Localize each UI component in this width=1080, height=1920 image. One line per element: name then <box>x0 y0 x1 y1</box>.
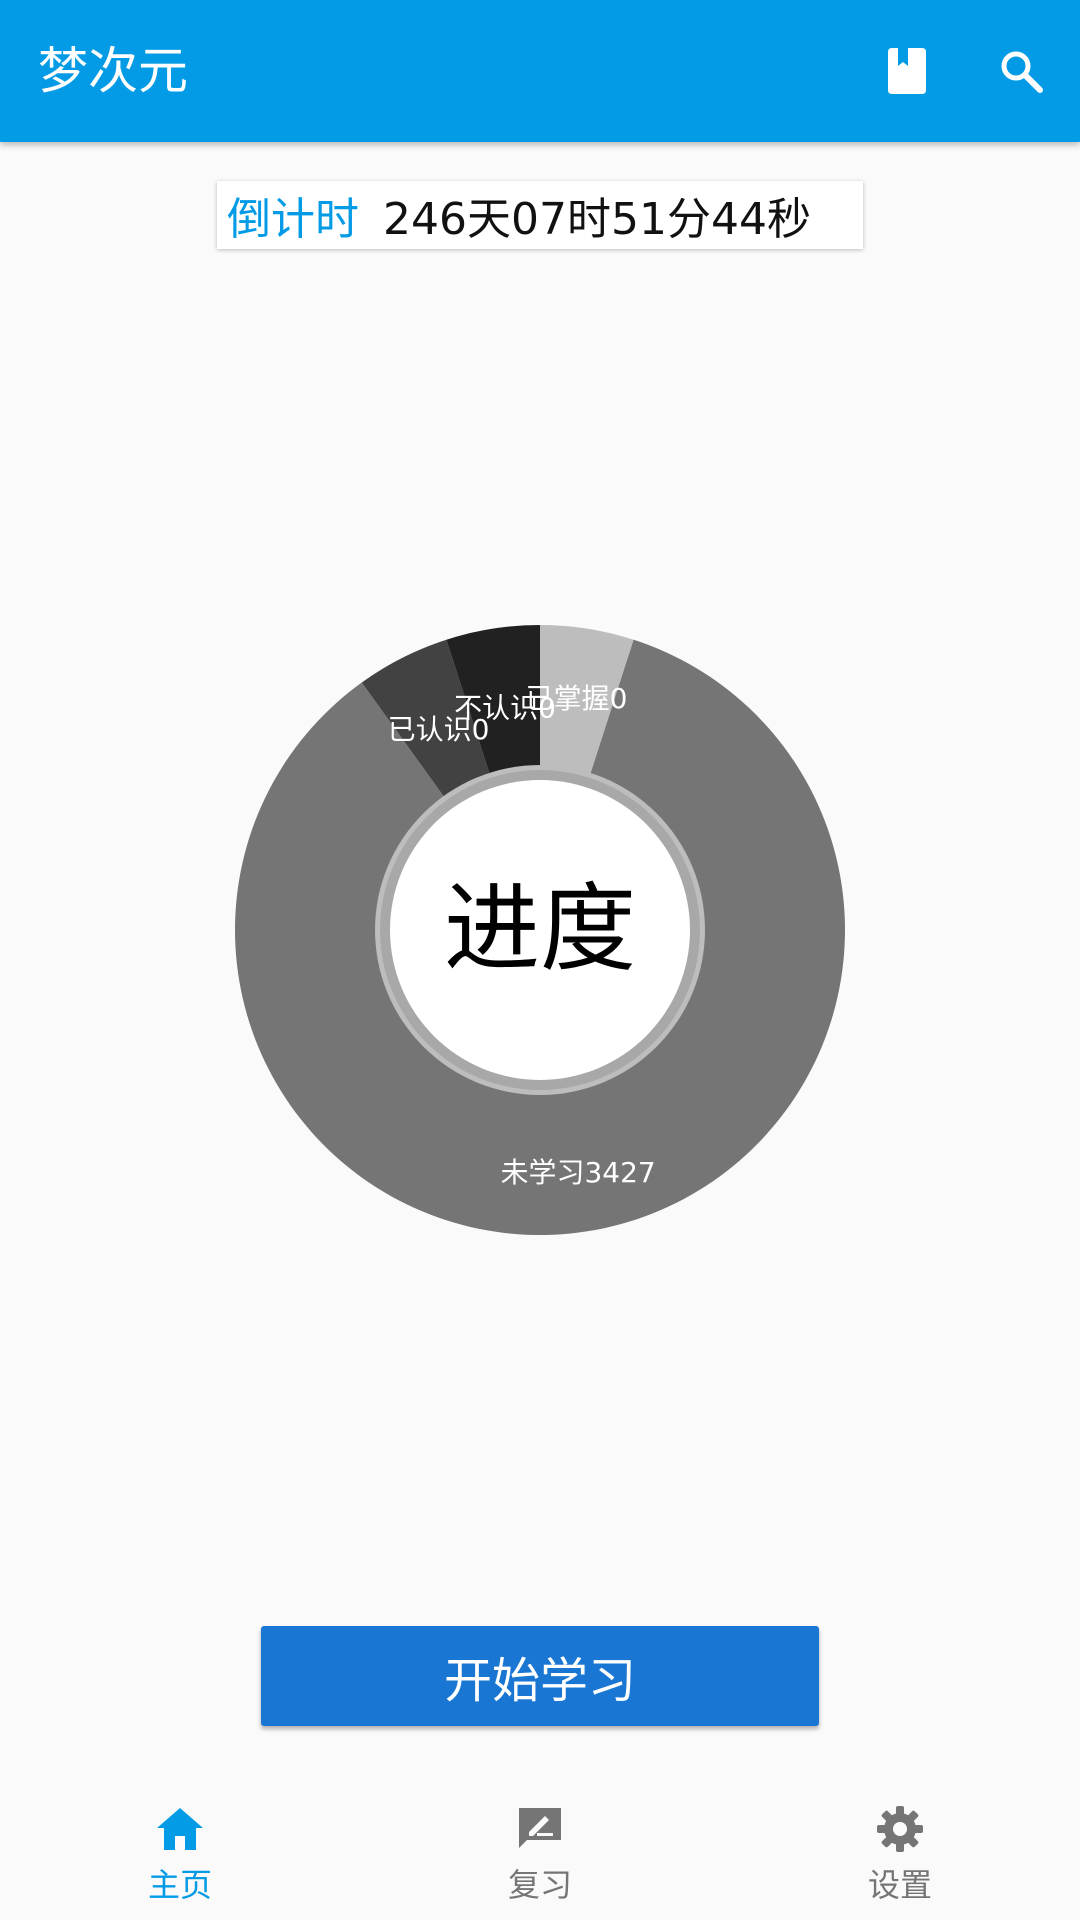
app-title: 梦次元 <box>38 42 188 100</box>
nav-label-home: 主页 <box>147 1866 212 1904</box>
nav-label-review: 复习 <box>507 1866 572 1904</box>
start-learning-button[interactable]: 开始学习 <box>261 1626 819 1726</box>
search-icon <box>1001 51 1043 93</box>
nav-label-settings: 设置 <box>867 1866 932 1904</box>
app-bar: 梦次元 <box>0 0 1080 142</box>
settings-icon <box>873 1802 927 1856</box>
bottom-nav: 主页 复习 设置 <box>0 1780 1080 1920</box>
nav-item-home[interactable]: 主页 <box>80 1780 280 1920</box>
search-button[interactable] <box>996 46 1046 96</box>
bookmark-button[interactable] <box>882 46 932 96</box>
nav-item-review[interactable]: 复习 <box>440 1780 640 1920</box>
home-icon <box>153 1802 207 1856</box>
pie-slice-label-1: 未学习3427 <box>500 1156 655 1189</box>
nav-item-settings[interactable]: 设置 <box>800 1780 1000 1920</box>
chart-center-label: 进度 <box>444 873 636 985</box>
review-icon <box>513 1802 567 1856</box>
bookmark-icon <box>888 48 926 94</box>
pie-slice-label-3: 不认识0 <box>454 692 556 725</box>
